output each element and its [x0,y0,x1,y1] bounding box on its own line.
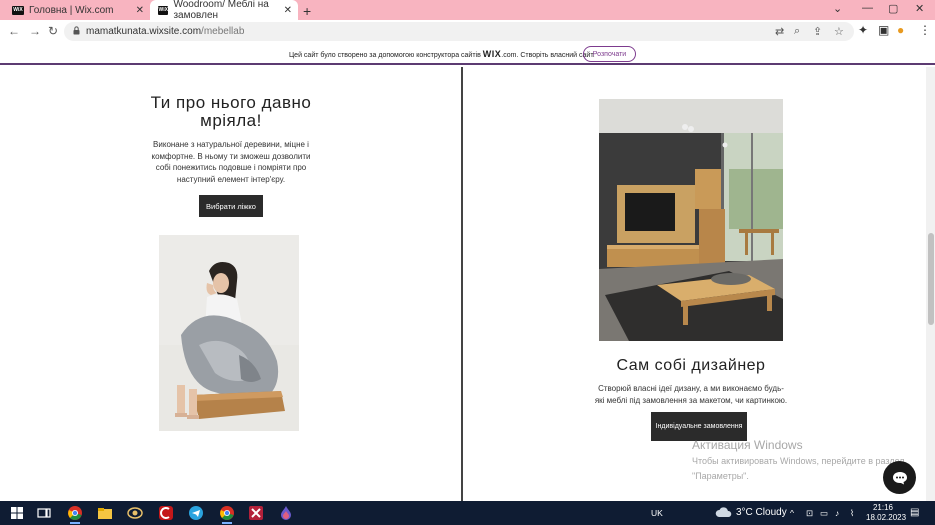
windows-start-icon[interactable] [9,505,25,521]
bed-section-title: Ти про нього давно мріяла! [150,93,312,130]
new-tab-icon[interactable]: + [303,3,311,19]
tab-title: Головна | Wix.com [29,4,114,16]
page-scrollbar[interactable] [926,67,935,501]
zoom-icon[interactable]: ⌕ [794,25,800,38]
address-bar[interactable]: mamatkunata.wixsite.com/mebellab ⇄ ⌕ ⇪ ☆ [64,22,854,41]
wix-favicon-icon: WiX [158,5,169,15]
wix-logo: WIX [482,49,502,59]
file-explorer-icon[interactable] [97,505,113,521]
close-window-icon[interactable]: ✕ [915,2,924,15]
start-button[interactable]: Розпочати [583,46,636,62]
minimize-icon[interactable]: — [862,2,873,14]
bookmark-star-icon[interactable]: ☆ [834,25,844,38]
close-tab-icon[interactable]: ✕ [136,5,144,16]
cloud-icon [715,507,732,517]
show-hidden-icons-icon[interactable]: ^ [790,508,794,518]
activation-line-2: "Параметры". [692,471,749,481]
volume-icon[interactable]: ♪ [835,508,839,518]
windows-activation-watermark: Активация Windows Чтобы активировать Win… [692,438,905,482]
language-indicator[interactable]: UK [651,508,663,518]
clock-time: 21:16 [872,503,894,512]
column-divider [461,67,463,501]
url-domain: mamatkunata.wixsite.com [86,26,202,37]
weather-text[interactable]: 3°C Cloudy [736,507,787,518]
wix-promo-banner: Цей сайт було створено за допомогою конс… [0,43,935,65]
chat-bubble-icon [892,471,907,484]
page-content: Ти про нього давно мріяла! Виконане з на… [0,67,926,501]
app-red-icon[interactable] [158,505,174,521]
forward-icon[interactable]: → [29,24,41,38]
living-room-image [599,99,783,341]
promo-text: Цей сайт було створено за допомогою конс… [289,52,481,59]
activation-heading: Активация Windows [692,438,803,452]
tab-title: Woodroom/ Меблі на замовлен [173,0,269,21]
bed-section-description: Виконане з натуральної деревини, міцне і… [151,140,311,184]
tab-wix-home[interactable]: WiX Головна | Wix.com ✕ [4,0,150,20]
reload-icon[interactable]: ↻ [48,24,58,38]
tab-woodroom[interactable]: WiX Woodroom/ Меблі на замовлен ✕ [150,0,298,21]
lock-icon [73,26,80,35]
notifications-icon[interactable]: ▤ [910,507,919,518]
system-clock[interactable]: 21:16 18.02.2023 [866,503,907,523]
translate-icon[interactable]: ⇄ [775,25,784,38]
restore-icon[interactable]: ▢ [888,2,898,15]
url-path: /mebellab [201,26,245,37]
designer-section-title: Сам собі дизайнер [616,357,766,374]
telegram-icon[interactable] [188,505,204,521]
task-view-icon[interactable] [36,505,52,521]
browser-toolbar: ← → ↻ mamatkunata.wixsite.com/mebellab ⇄… [0,20,935,43]
browser-tab-bar: WiX Головна | Wix.com ✕ WiX Woodroom/ Ме… [0,0,935,21]
share-icon[interactable]: ⇪ [813,25,822,38]
activation-line-1: Чтобы активировать Windows, перейдите в … [692,456,905,466]
chrome-second-app-icon[interactable] [219,505,235,524]
battery-icon[interactable]: ▭ [820,508,828,519]
side-panel-icon[interactable]: ▣ [878,23,889,37]
scrollbar-thumb[interactable] [927,233,934,325]
media-app-icon[interactable] [127,505,143,521]
choose-bed-button[interactable]: Вибрати ліжко [199,195,263,217]
wix-promo-message: Цей сайт було створено за допомогою конс… [289,49,595,59]
tab-search-icon[interactable]: ⌄ [833,2,842,15]
menu-icon[interactable]: ⋮ [919,23,931,37]
chat-button[interactable] [883,461,916,494]
tray-app-icon[interactable]: ⊡ [806,508,813,519]
custom-order-button[interactable]: Індивідуальне замовлення [651,412,747,441]
windows-taskbar: UK 3°C Cloudy ^ ⊡ ▭ ♪ ⌇ 21:16 18.02.2023… [0,501,935,525]
bed-photo-image [159,235,299,431]
profile-icon[interactable]: ● [897,23,904,37]
network-icon[interactable]: ⌇ [850,508,854,519]
app-crossed-icon[interactable] [248,505,264,521]
living-room-photo [599,99,783,341]
bed-photo [159,235,299,431]
extensions-icon[interactable]: ✦ [858,23,868,37]
chrome-app-icon[interactable] [67,505,83,524]
promo-text-end: .com. Створіть власний сайт. [501,52,595,59]
clock-date: 18.02.2023 [866,513,907,522]
app-drop-icon[interactable] [278,505,294,521]
url-text: mamatkunata.wixsite.com/mebellab [86,26,244,37]
close-tab-icon[interactable]: ✕ [284,5,292,16]
wix-favicon-icon: WiX [12,5,24,15]
designer-section-description: Створюй власні ідеї дизану, а ми виконає… [594,384,788,405]
back-icon[interactable]: ← [8,24,20,38]
